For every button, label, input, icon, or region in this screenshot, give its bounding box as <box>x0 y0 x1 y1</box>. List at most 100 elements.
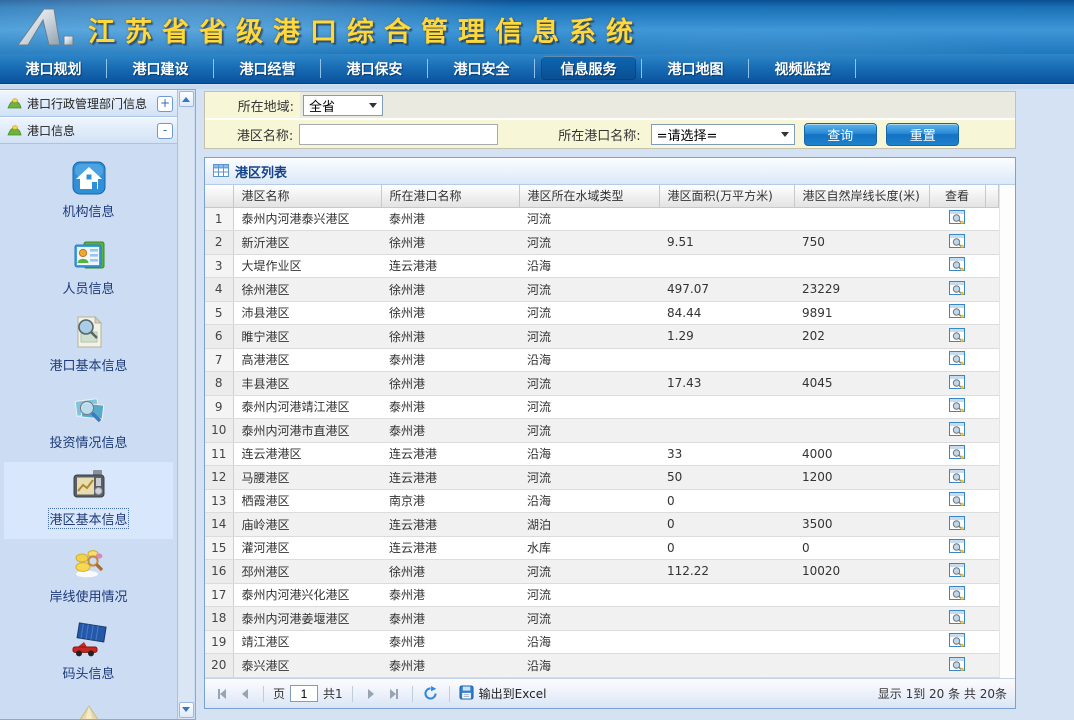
reset-button[interactable]: 重置 <box>886 123 959 146</box>
folder-mound-icon <box>7 121 22 140</box>
cell-shoreline-length <box>794 583 929 607</box>
export-excel-button[interactable]: 输出到Excel <box>459 685 547 703</box>
scroll-up-icon[interactable] <box>179 91 194 107</box>
cell-shoreline-length: 4000 <box>794 442 929 466</box>
view-magnifier-icon[interactable] <box>949 281 965 298</box>
col-header-area-size[interactable]: 港区面积(万平方米) <box>659 185 794 207</box>
col-header-area-name[interactable]: 港区名称 <box>233 185 381 207</box>
refresh-icon[interactable] <box>422 685 440 703</box>
nav-tab-4[interactable]: 港口保安 <box>321 54 428 83</box>
nav-tab-5[interactable]: 港口安全 <box>428 54 535 83</box>
table-row[interactable]: 7高港港区泰州港沿海 <box>205 348 999 372</box>
sidebar-item-3[interactable]: 港口基本信息 <box>4 308 173 385</box>
view-magnifier-icon[interactable] <box>949 398 965 415</box>
nav-tab-1[interactable]: 港口规划 <box>0 54 107 83</box>
sidebar-item-2[interactable]: 人员信息 <box>4 231 173 308</box>
view-magnifier-icon[interactable] <box>949 469 965 486</box>
sidebar-scrollbar[interactable] <box>177 90 194 719</box>
cell-port-name: 连云港港 <box>381 254 519 278</box>
prev-page-button[interactable] <box>236 685 254 703</box>
table-row[interactable]: 6睢宁港区徐州港河流1.29202 <box>205 325 999 349</box>
panel-title-text: 港区列表 <box>235 162 287 181</box>
region-select[interactable]: 全省 <box>303 95 383 116</box>
port-name-label: 所在港口名称: <box>498 125 647 144</box>
sidebar-item-5[interactable]: 港区基本信息 <box>4 462 173 539</box>
view-magnifier-icon[interactable] <box>949 257 965 274</box>
cell-shoreline-length: 10020 <box>794 560 929 584</box>
view-magnifier-icon[interactable] <box>949 422 965 439</box>
first-page-button[interactable] <box>213 685 231 703</box>
view-magnifier-icon[interactable] <box>949 516 965 533</box>
view-magnifier-icon[interactable] <box>949 234 965 251</box>
table-row[interactable]: 13栖霞港区南京港沿海0 <box>205 489 999 513</box>
cell-port-name: 徐州港 <box>381 301 519 325</box>
query-button[interactable]: 查询 <box>804 123 877 146</box>
table-row[interactable]: 1泰州内河港泰兴港区泰州港河流 <box>205 207 999 231</box>
table-row[interactable]: 17泰州内河港兴化港区泰州港河流 <box>205 583 999 607</box>
table-row[interactable]: 14庙岭港区连云港港湖泊03500 <box>205 513 999 537</box>
last-page-button[interactable] <box>385 685 403 703</box>
folder-mound-icon <box>7 94 22 113</box>
view-magnifier-icon[interactable] <box>949 610 965 627</box>
view-magnifier-icon[interactable] <box>949 351 965 368</box>
table-row[interactable]: 2新沂港区徐州港河流9.51750 <box>205 231 999 255</box>
view-magnifier-icon[interactable] <box>949 633 965 650</box>
nav-tab-6[interactable]: 信息服务 <box>535 54 642 83</box>
total-pages-label: 共1 <box>323 685 343 702</box>
cell-view <box>929 654 985 678</box>
table-row[interactable]: 8丰县港区徐州港河流17.434045 <box>205 372 999 396</box>
nav-tab-3[interactable]: 港口经营 <box>214 54 321 83</box>
view-magnifier-icon[interactable] <box>949 539 965 556</box>
col-header-port-name[interactable]: 所在港口名称 <box>381 185 519 207</box>
sidebar-item-6[interactable]: 岸线使用情况 <box>4 539 173 616</box>
view-magnifier-icon[interactable] <box>949 445 965 462</box>
area-name-input[interactable] <box>299 124 497 145</box>
nav-tab-8[interactable]: 视频监控 <box>749 54 856 83</box>
sidebar-item-4[interactable]: 投资情况信息 <box>4 385 173 462</box>
table-row[interactable]: 19靖江港区泰州港沿海 <box>205 630 999 654</box>
table-row[interactable]: 11连云港港区连云港港沿海334000 <box>205 442 999 466</box>
view-magnifier-icon[interactable] <box>949 657 965 674</box>
view-magnifier-icon[interactable] <box>949 492 965 509</box>
table-row[interactable]: 5沛县港区徐州港河流84.449891 <box>205 301 999 325</box>
col-header-shoreline-length[interactable]: 港区自然岸线长度(米) <box>794 185 929 207</box>
sidebar-item-8[interactable] <box>4 693 173 719</box>
table-row[interactable]: 16邳州港区徐州港河流112.2210020 <box>205 560 999 584</box>
table-row[interactable]: 12马腰港区连云港港河流501200 <box>205 466 999 490</box>
port-name-select[interactable]: =请选择= <box>651 124 795 145</box>
view-magnifier-icon[interactable] <box>949 375 965 392</box>
table-row[interactable]: 9泰州内河港靖江港区泰州港河流 <box>205 395 999 419</box>
cell-area-name: 连云港港区 <box>233 442 381 466</box>
table-row[interactable]: 4徐州港区徐州港河流497.0723229 <box>205 278 999 302</box>
table-row[interactable]: 20泰兴港区泰州港沿海 <box>205 654 999 678</box>
next-page-button[interactable] <box>362 685 380 703</box>
sidebar-item-7[interactable]: 码头信息 <box>4 616 173 693</box>
view-magnifier-icon[interactable] <box>949 304 965 321</box>
col-header-water-type[interactable]: 港区所在水域类型 <box>519 185 659 207</box>
expand-panel-button[interactable]: + <box>157 96 173 112</box>
port-area-table: 港区名称 所在港口名称 港区所在水域类型 港区面积(万平方米) 港区自然岸线长度… <box>205 185 999 678</box>
table-row[interactable]: 15灌河港区连云港港水库00 <box>205 536 999 560</box>
cell-spacer <box>985 301 999 325</box>
view-magnifier-icon[interactable] <box>949 563 965 580</box>
table-scrollbar-track[interactable] <box>999 185 1015 678</box>
page-number-input[interactable] <box>290 685 318 702</box>
nav-tab-7[interactable]: 港口地图 <box>642 54 749 83</box>
view-magnifier-icon[interactable] <box>949 586 965 603</box>
nav-tab-label: 港口规划 <box>26 59 82 79</box>
collapse-panel-button[interactable]: - <box>157 123 173 139</box>
nav-tab-2[interactable]: 港口建设 <box>107 54 214 83</box>
cell-shoreline-length <box>794 348 929 372</box>
port-name-select-value: =请选择= <box>657 125 718 144</box>
cell-spacer <box>985 513 999 537</box>
scroll-down-icon[interactable] <box>179 702 194 718</box>
view-magnifier-icon[interactable] <box>949 328 965 345</box>
sidebar-item-1[interactable]: 机构信息 <box>4 154 173 231</box>
sidebar-panel-admin-info[interactable]: 港口行政管理部门信息 + <box>0 90 177 117</box>
view-magnifier-icon[interactable] <box>949 210 965 227</box>
sidebar-panel-port-info[interactable]: 港口信息 - <box>0 117 177 144</box>
table-row[interactable]: 3大堤作业区连云港港沿海 <box>205 254 999 278</box>
table-row[interactable]: 18泰州内河港姜堰港区泰州港河流 <box>205 607 999 631</box>
table-row[interactable]: 10泰州内河港市直港区泰州港河流 <box>205 419 999 443</box>
cell-water-type: 河流 <box>519 325 659 349</box>
